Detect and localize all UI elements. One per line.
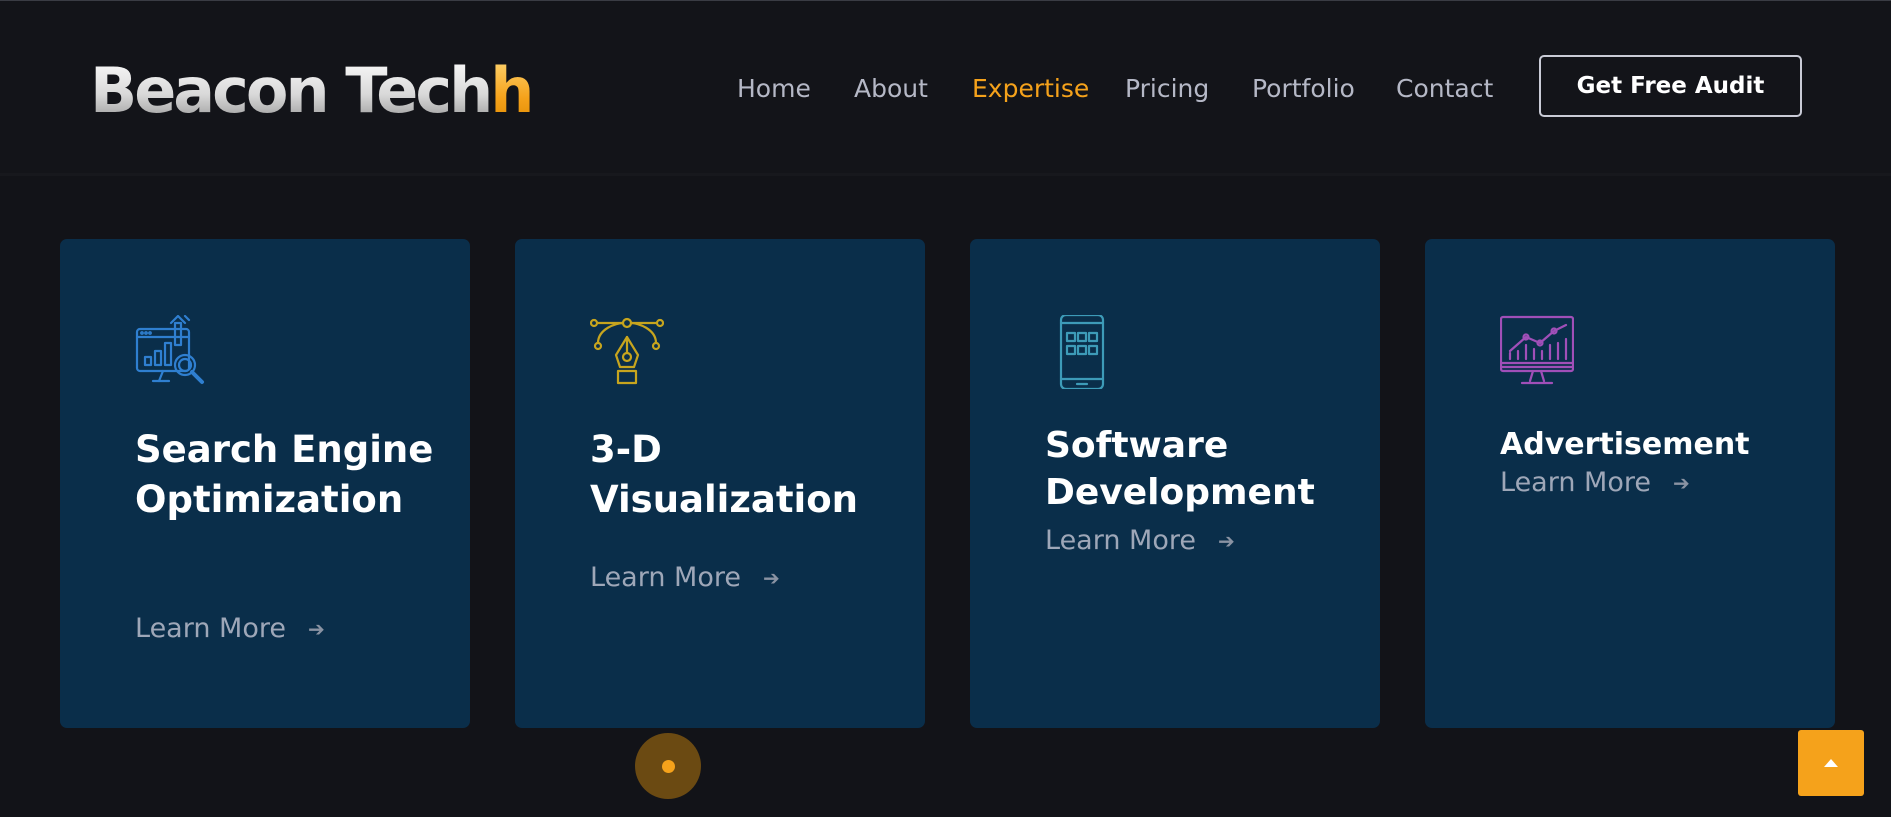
mobile-app-icon xyxy=(1045,313,1119,391)
card-title: 3-D Visualization xyxy=(590,428,858,521)
nav-home[interactable]: Home xyxy=(737,71,811,107)
card-title: Search Engine Optimization xyxy=(135,428,434,521)
arrow-right-icon: ➔ xyxy=(307,616,325,641)
learn-more-link[interactable]: Learn More ➔ xyxy=(590,562,780,593)
scroll-to-top-button[interactable] xyxy=(1798,730,1864,796)
brand-logo[interactable]: Beacon Techh xyxy=(90,56,534,126)
service-card-advertisement: Advertisement Learn More ➔ xyxy=(1425,239,1835,728)
nav-contact[interactable]: Contact xyxy=(1396,71,1493,107)
arrow-right-icon: ➔ xyxy=(1672,470,1690,495)
card-title: Software Development xyxy=(1045,425,1315,513)
learn-more-link[interactable]: Learn More ➔ xyxy=(1500,467,1690,498)
learn-more-link[interactable]: Learn More ➔ xyxy=(135,613,325,644)
learn-more-link[interactable]: Learn More ➔ xyxy=(1045,525,1235,556)
pen-tool-icon xyxy=(589,315,665,389)
caret-up-icon xyxy=(1824,759,1838,767)
floating-dot-button[interactable] xyxy=(635,733,701,799)
nav-about[interactable]: About xyxy=(854,71,928,107)
get-free-audit-button[interactable]: Get Free Audit xyxy=(1539,55,1802,117)
arrow-right-icon: ➔ xyxy=(1217,528,1235,553)
arrow-right-icon: ➔ xyxy=(762,565,780,590)
nav-pricing[interactable]: Pricing xyxy=(1125,71,1209,107)
service-card-software-development: Software Development Learn More ➔ xyxy=(970,239,1380,728)
site-header: Beacon Techh Home About Expertise Pricin… xyxy=(0,1,1891,173)
card-title: Advertisement xyxy=(1500,427,1750,462)
nav-expertise[interactable]: Expertise xyxy=(972,71,1089,107)
monitor-chart-icon xyxy=(1499,315,1575,389)
dot-icon xyxy=(661,759,675,773)
service-card-seo: Search Engine Optimization Learn More ➔ xyxy=(60,239,470,728)
service-card-3d-visualization: 3-D Visualization Learn More ➔ xyxy=(515,239,925,728)
seo-analytics-icon xyxy=(135,314,209,389)
nav-portfolio[interactable]: Portfolio xyxy=(1252,71,1355,107)
